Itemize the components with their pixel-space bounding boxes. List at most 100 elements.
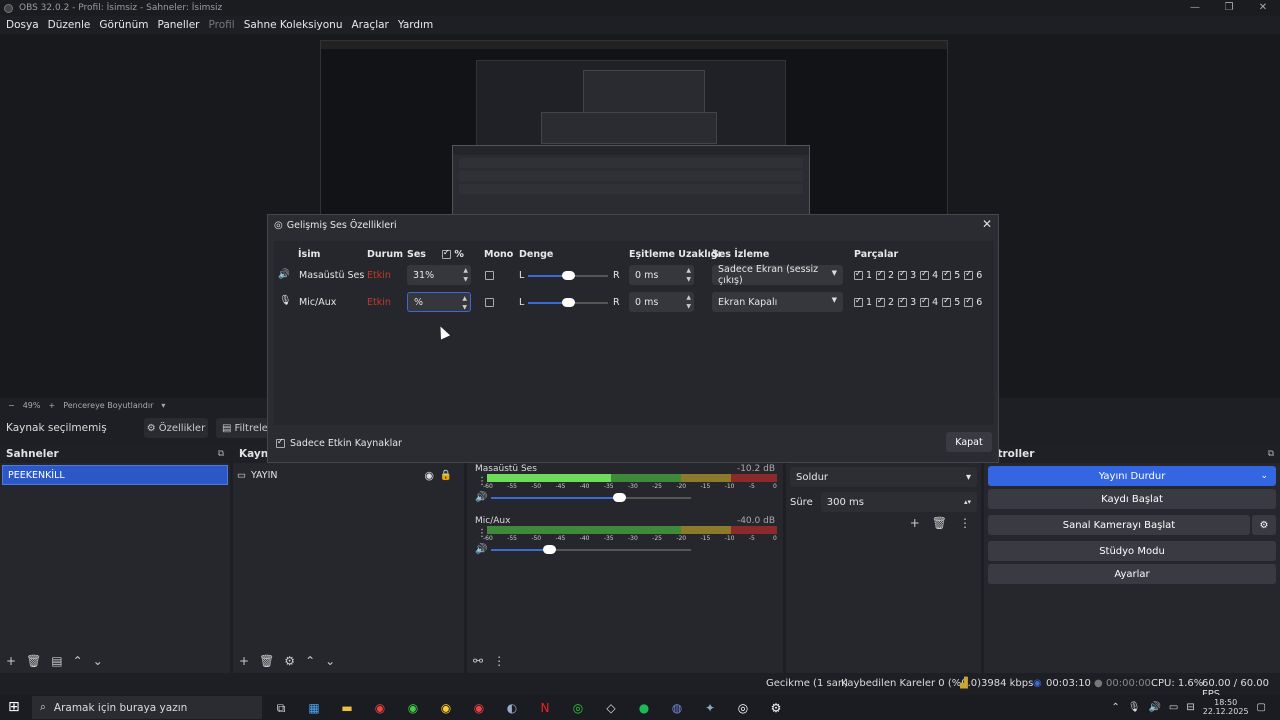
chevron-down-icon[interactable]: ⌄ xyxy=(1260,471,1268,481)
zoom-in-button[interactable]: + xyxy=(48,401,55,410)
trash-icon[interactable]: 🗑 xyxy=(259,654,274,668)
spin-arrows-icon[interactable]: ▲ ▼ xyxy=(686,266,691,284)
track-checkbox[interactable]: 5 xyxy=(942,269,960,281)
chrome-icon[interactable]: ◉ xyxy=(435,698,457,718)
spin-arrows-icon[interactable]: ▴▾ xyxy=(964,498,971,506)
speaker-icon[interactable]: 🔊 xyxy=(475,492,487,503)
steam-icon[interactable]: ◐ xyxy=(501,698,523,718)
menu-edit[interactable]: Düzenle xyxy=(48,19,91,31)
monitoring-select[interactable]: Sadece Ekran (sessiz çıkış) ▼ xyxy=(712,264,843,286)
transition-select[interactable]: Soldur ▾ xyxy=(790,467,977,487)
volume-input[interactable]: 31% ▲ ▼ xyxy=(407,265,471,285)
lock-icon[interactable]: 🔒 xyxy=(440,470,452,481)
volume-slider[interactable] xyxy=(491,545,691,555)
undock-icon[interactable]: ⧉ xyxy=(1268,449,1274,459)
maximize-button[interactable]: ❐ xyxy=(1212,0,1246,16)
source-item[interactable]: ▭ YAYIN ◉ 🔒 xyxy=(237,465,460,485)
chevron-up-icon[interactable]: ⌃ xyxy=(1111,702,1119,713)
spin-arrows-icon[interactable]: ▲ ▼ xyxy=(462,294,467,312)
studio-mode-button[interactable]: Stüdyo Modu xyxy=(988,541,1276,561)
track-checkbox[interactable]: 1 xyxy=(854,269,872,281)
settings-button[interactable]: Ayarlar xyxy=(988,564,1276,584)
minimize-button[interactable]: — xyxy=(1178,0,1212,16)
spin-arrows-icon[interactable]: ▲ ▼ xyxy=(463,266,468,284)
more-icon[interactable]: ⋮ xyxy=(493,654,505,668)
percent-checkbox[interactable] xyxy=(442,248,451,259)
chevron-down-icon[interactable]: ▾ xyxy=(161,401,165,410)
network-icon[interactable]: ▭ xyxy=(1169,702,1178,713)
menu-help[interactable]: Yardım xyxy=(398,19,433,31)
epic-games-icon[interactable]: ◇ xyxy=(600,698,622,718)
chrome-icon[interactable]: ◉ xyxy=(369,698,391,718)
track-checkbox[interactable]: 2 xyxy=(876,296,894,308)
speaker-icon[interactable]: 🔊 xyxy=(475,544,487,555)
task-view-icon[interactable]: ⧉ xyxy=(270,698,292,718)
add-icon[interactable]: + xyxy=(910,516,920,530)
balance-slider[interactable] xyxy=(528,298,608,308)
store-icon[interactable]: ▦ xyxy=(303,698,325,718)
balance-slider[interactable] xyxy=(528,271,608,281)
track-checkbox[interactable]: 1 xyxy=(854,296,872,308)
spin-arrows-icon[interactable]: ▲ ▼ xyxy=(686,293,691,311)
menu-view[interactable]: Görünüm xyxy=(99,19,148,31)
track-checkbox[interactable]: 3 xyxy=(898,269,916,281)
fit-to-window-dropdown[interactable]: Pencereye Boyutlandır xyxy=(63,401,153,410)
filter-icon[interactable]: ▤ xyxy=(51,654,62,668)
arrow-down-icon[interactable]: ⌄ xyxy=(93,654,103,668)
microphone-icon[interactable]: 🎙 xyxy=(1128,702,1141,713)
volume-input[interactable]: % ▲ ▼ xyxy=(407,292,471,312)
mono-checkbox[interactable] xyxy=(485,270,494,281)
arrow-up-icon[interactable]: ⌃ xyxy=(73,654,83,668)
language-icon[interactable]: ⊟ xyxy=(1186,702,1194,713)
only-active-toggle[interactable]: Sadece Etkin Kaynaklar xyxy=(276,437,402,449)
menu-scene-collection[interactable]: Sahne Koleksiyonu xyxy=(244,19,343,31)
properties-button[interactable]: ⚙ Özellikler xyxy=(144,418,208,438)
monitoring-select[interactable]: Ekran Kapalı ▼ xyxy=(712,292,843,312)
track-checkbox[interactable]: 2 xyxy=(876,269,894,281)
menu-file[interactable]: Dosya xyxy=(6,19,39,31)
percent-toggle[interactable]: % xyxy=(442,248,464,260)
netflix-icon[interactable]: N xyxy=(534,698,556,718)
mono-checkbox[interactable] xyxy=(485,297,494,308)
close-icon[interactable]: ✕ xyxy=(982,217,992,231)
folder-icon[interactable]: ▬ xyxy=(336,698,358,718)
speaker-icon[interactable]: 🔊 xyxy=(1148,702,1160,713)
arrow-up-icon[interactable]: ⌃ xyxy=(305,654,315,668)
spotify-icon[interactable]: ● xyxy=(633,698,655,718)
track-checkbox[interactable]: 6 xyxy=(964,296,982,308)
only-active-checkbox[interactable] xyxy=(276,437,285,448)
gear-icon[interactable]: ⚙ xyxy=(765,698,787,718)
start-record-button[interactable]: Kaydı Başlat xyxy=(988,489,1276,509)
more-icon[interactable]: ⋮ xyxy=(959,516,971,530)
virtual-cam-button[interactable]: Sanal Kamerayı Başlat xyxy=(988,515,1250,535)
eye-icon[interactable]: ◉ xyxy=(424,469,434,482)
close-button[interactable]: Kapat xyxy=(946,432,992,452)
zoom-out-button[interactable]: − xyxy=(8,401,15,410)
app-icon[interactable]: ✦ xyxy=(699,698,721,718)
volume-slider[interactable] xyxy=(491,493,691,503)
stop-stream-button[interactable]: Yayını Durdur ⌄ xyxy=(988,466,1276,486)
notification-icon[interactable]: ▢ xyxy=(1257,702,1266,713)
track-checkbox[interactable]: 5 xyxy=(942,296,960,308)
duration-input[interactable]: 300 ms ▴▾ xyxy=(820,492,977,512)
track-checkbox[interactable]: 6 xyxy=(964,269,982,281)
menu-tools[interactable]: Araçlar xyxy=(352,19,389,31)
gear-icon[interactable]: ⚙ xyxy=(1252,515,1276,535)
trash-icon[interactable]: 🗑 xyxy=(932,516,947,530)
add-icon[interactable]: + xyxy=(239,654,249,668)
sync-offset-input[interactable]: 0 ms ▲ ▼ xyxy=(629,292,694,312)
whatsapp-icon[interactable]: ◎ xyxy=(567,698,589,718)
trash-icon[interactable]: 🗑 xyxy=(26,654,41,668)
track-checkbox[interactable]: 4 xyxy=(920,296,938,308)
undock-icon[interactable]: ⧉ xyxy=(218,449,224,459)
gear-icon[interactable]: ⚙ xyxy=(284,654,295,668)
chrome-icon[interactable]: ◉ xyxy=(468,698,490,718)
scene-item[interactable]: PEEKENKİLL xyxy=(2,465,228,485)
discord-icon[interactable]: ◍ xyxy=(666,698,688,718)
link-icon[interactable]: ⚯ xyxy=(473,654,483,668)
arrow-down-icon[interactable]: ⌄ xyxy=(325,654,335,668)
menu-profile[interactable]: Profil xyxy=(209,19,235,31)
obs-icon[interactable]: ◎ xyxy=(732,698,754,718)
close-window-button[interactable]: ✕ xyxy=(1246,0,1280,16)
track-checkbox[interactable]: 4 xyxy=(920,269,938,281)
